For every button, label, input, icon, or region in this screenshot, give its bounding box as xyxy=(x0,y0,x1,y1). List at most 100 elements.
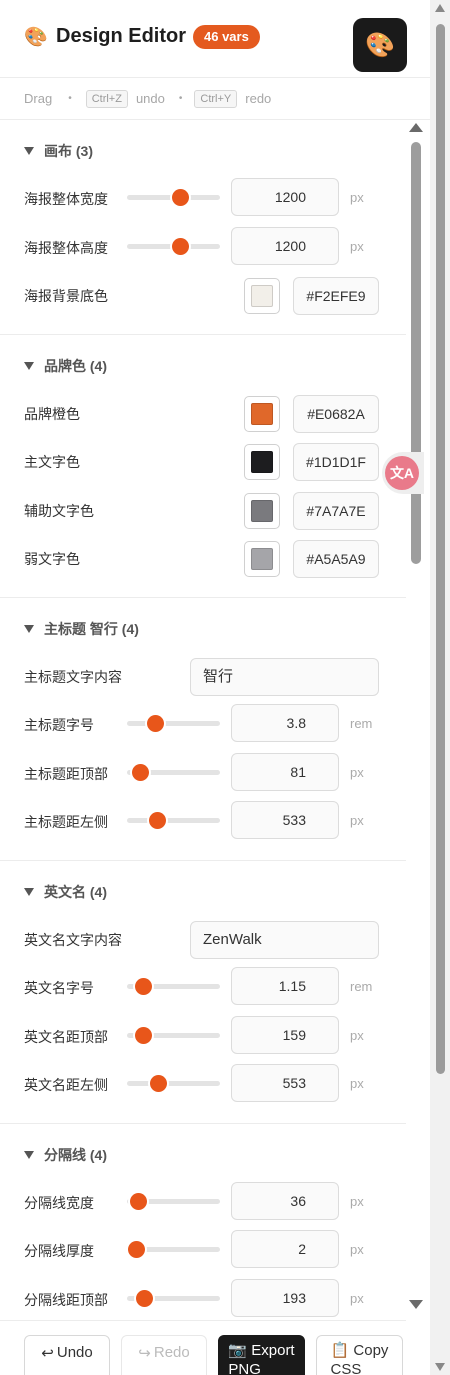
color-swatch[interactable] xyxy=(244,444,280,480)
variable-label: 分隔线距顶部 xyxy=(24,1291,108,1308)
value-slider[interactable] xyxy=(127,1075,220,1092)
undo-shortcut-key: Ctrl+Z xyxy=(85,89,128,108)
redo-shortcut-key: Ctrl+Y xyxy=(194,89,238,108)
variables-scroll-area[interactable]: 画布 (3) 海报整体宽度 1200 px 海报整体高度 1200 px 海报背景底色 #F2E… xyxy=(0,120,430,1345)
vars-count-badge: 46 vars xyxy=(193,25,260,49)
number-input[interactable]: 36 xyxy=(231,1181,339,1220)
value-slider[interactable] xyxy=(127,189,220,206)
variable-row: 英文名文字内容 ZenWalk xyxy=(0,915,406,964)
redo-hint: redo xyxy=(245,91,272,106)
variable-row: 分隔线距顶部 193 px xyxy=(0,1275,406,1324)
unit-label: px xyxy=(350,238,364,254)
section-header[interactable]: 品牌色 (4) xyxy=(0,351,406,381)
variable-label: 分隔线厚度 xyxy=(24,1243,94,1259)
variable-label: 分隔线宽度 xyxy=(24,1194,94,1211)
variable-label: 主标题字号 xyxy=(24,717,94,733)
section-header[interactable]: 分隔线 (4) xyxy=(0,1140,406,1170)
hex-input[interactable]: #E0682A xyxy=(293,394,379,433)
number-input[interactable]: 1200 xyxy=(231,178,339,216)
number-input[interactable]: 1.15 xyxy=(231,967,339,1005)
unit-label: px xyxy=(350,1193,364,1209)
color-fill xyxy=(251,451,273,473)
value-slider[interactable] xyxy=(127,1192,220,1210)
color-swatch[interactable] xyxy=(244,278,280,314)
text-input[interactable]: 智行 xyxy=(190,657,379,696)
number-input[interactable]: 2 xyxy=(231,1230,339,1268)
hex-input[interactable]: #1D1D1F xyxy=(293,443,379,481)
unit-label: rem xyxy=(350,979,373,994)
scroll-down-arrow-icon[interactable] xyxy=(435,1363,445,1371)
variable-row: 海报背景底色 #F2EFE9 xyxy=(0,271,406,320)
value-slider[interactable] xyxy=(127,237,220,255)
text-input[interactable]: ZenWalk xyxy=(190,920,379,959)
slider-handle[interactable] xyxy=(132,763,149,781)
slider-handle[interactable] xyxy=(172,189,189,206)
slider-handle[interactable] xyxy=(172,237,189,255)
slider-handle[interactable] xyxy=(128,1241,145,1258)
slider-handle[interactable] xyxy=(149,812,166,829)
undo-button[interactable]: ↩ Undo xyxy=(24,1335,110,1375)
value-slider[interactable] xyxy=(127,812,220,829)
section-header[interactable]: 主标题 智行 (4) xyxy=(0,614,406,644)
color-swatch[interactable] xyxy=(244,395,280,432)
redo-button[interactable]: ↪ Redo xyxy=(121,1335,207,1375)
slider-handle[interactable] xyxy=(150,1075,167,1092)
section-title: 英文名 (4) xyxy=(44,883,107,900)
value-slider[interactable] xyxy=(127,1289,220,1307)
translate-icon: 文A xyxy=(385,456,419,490)
number-input[interactable]: 1200 xyxy=(231,226,339,265)
hex-input[interactable]: #F2EFE9 xyxy=(293,277,379,315)
unit-label: rem xyxy=(350,716,373,731)
section: 主标题 智行 (4) 主标题文字内容 智行主标题字号 3.8 rem 主标题距顶部 81 px… xyxy=(0,598,406,861)
variable-row: 分隔线厚度 2 px xyxy=(0,1226,406,1275)
variable-row: 主标题文字内容 智行 xyxy=(0,652,406,701)
number-input[interactable]: 159 xyxy=(231,1015,339,1054)
color-fill xyxy=(251,402,273,425)
unit-label: px xyxy=(350,1242,364,1257)
number-input[interactable]: 533 xyxy=(231,801,339,839)
value-slider[interactable] xyxy=(127,715,220,732)
variable-label: 英文名距左侧 xyxy=(24,1077,108,1093)
number-input[interactable]: 553 xyxy=(231,1064,339,1102)
panel-scrollbar[interactable] xyxy=(406,120,430,1325)
color-swatch[interactable] xyxy=(244,492,280,529)
unit-label: px xyxy=(350,813,364,828)
scroll-up-arrow-icon[interactable] xyxy=(435,4,445,12)
variable-label: 海报整体宽度 xyxy=(24,191,108,207)
section: 品牌色 (4) 品牌橙色 #E0682A 主文字色 #1D1D1F 辅助文字色 #7A7A7… xyxy=(0,335,406,598)
value-slider[interactable] xyxy=(127,1241,220,1258)
number-input[interactable]: 81 xyxy=(231,752,339,791)
variable-label: 主文字色 xyxy=(24,454,80,470)
slider-handle[interactable] xyxy=(147,715,164,732)
translate-floating-button[interactable]: 文A xyxy=(382,452,424,494)
variable-label: 主标题距顶部 xyxy=(24,765,108,782)
number-input[interactable]: 193 xyxy=(231,1278,339,1317)
palette-launcher-button[interactable]: 🎨 xyxy=(353,18,407,72)
panel-scroll-down-icon[interactable] xyxy=(409,1300,423,1309)
number-input[interactable]: 3.8 xyxy=(231,704,339,742)
copy-css-button[interactable]: 📋 Copy CSS xyxy=(316,1335,403,1375)
hex-input[interactable]: #A5A5A9 xyxy=(293,540,379,578)
section: 画布 (3) 海报整体宽度 1200 px 海报整体高度 1200 px 海报背景底色 #F2E… xyxy=(0,120,406,335)
value-slider[interactable] xyxy=(127,978,220,995)
section-header[interactable]: 英文名 (4) xyxy=(0,877,406,907)
section-header[interactable]: 画布 (3) xyxy=(0,136,406,166)
value-slider[interactable] xyxy=(127,763,220,781)
variable-label: 辅助文字色 xyxy=(24,502,94,519)
page-scrollbar[interactable] xyxy=(430,0,450,1375)
export-png-button[interactable]: 📷 Export PNG xyxy=(218,1335,305,1375)
page-scroll-thumb[interactable] xyxy=(436,24,445,1074)
variable-row: 品牌橙色 #E0682A xyxy=(0,389,406,438)
variable-label: 英文名字号 xyxy=(24,980,94,996)
slider-handle[interactable] xyxy=(135,1026,152,1044)
value-slider[interactable] xyxy=(127,1026,220,1044)
color-swatch[interactable] xyxy=(244,541,280,577)
panel-scroll-up-icon[interactable] xyxy=(409,123,423,132)
redo-arrow-icon: ↪ xyxy=(138,1345,151,1362)
variables-list: 画布 (3) 海报整体宽度 1200 px 海报整体高度 1200 px 海报背景底色 #F2E… xyxy=(0,120,406,1338)
slider-handle[interactable] xyxy=(135,978,152,995)
slider-handle[interactable] xyxy=(136,1289,153,1307)
slider-handle[interactable] xyxy=(130,1192,147,1210)
panel-scroll-thumb[interactable] xyxy=(411,142,421,564)
hex-input[interactable]: #7A7A7E xyxy=(293,491,379,530)
